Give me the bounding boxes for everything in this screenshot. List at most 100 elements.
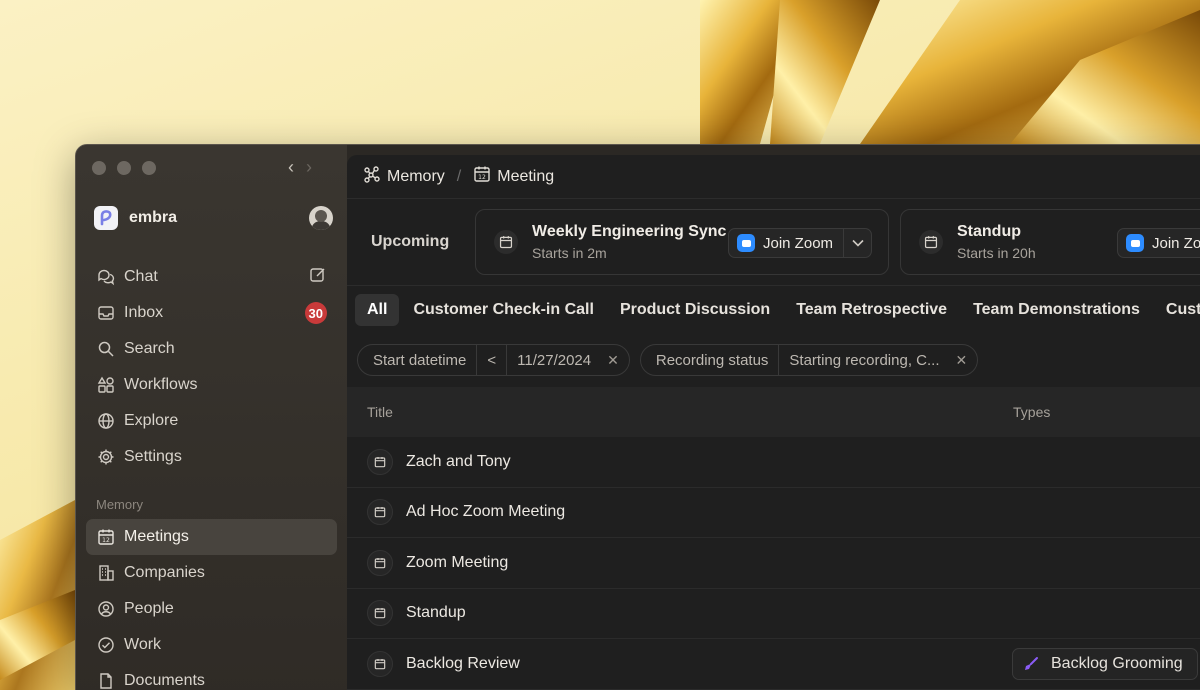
filter-field[interactable]: Start datetime [358, 345, 478, 375]
meetings-table-body: Zach and Tony Ad Hoc Zoom Meeting Zoom M… [347, 437, 1200, 690]
sidebar-item-companies[interactable]: Companies [86, 555, 337, 591]
meeting-title: Weekly Engineering Sync [532, 223, 727, 240]
table-row[interactable]: Standup [347, 589, 1200, 639]
close-window-button[interactable] [92, 161, 106, 175]
join-zoom-label: Join Zoom [1152, 234, 1200, 252]
sidebar-item-search[interactable]: Search [86, 331, 337, 367]
main-panel: Memory / 12 Meeting Upcoming Weekly Engi… [347, 155, 1200, 690]
sidebar-item-documents[interactable]: Documents [86, 663, 337, 690]
inbox-count-badge: 30 [304, 302, 327, 324]
forward-arrow-icon[interactable]: › [306, 157, 312, 178]
table-row[interactable]: Zach and Tony [347, 437, 1200, 488]
upcoming-label: Upcoming [371, 233, 450, 250]
chat-icon [96, 267, 116, 287]
filter-value-text: Starting recording, C... [789, 351, 940, 369]
filter-value[interactable]: 11/27/2024 ✕ [507, 345, 629, 375]
table-row[interactable]: Ad Hoc Zoom Meeting [347, 488, 1200, 538]
sidebar: ‹ › embra Chat Inbox 30 Search Workflows… [76, 145, 347, 690]
sidebar-item-explore[interactable]: Explore [86, 403, 337, 439]
workspace-switcher[interactable]: embra [94, 205, 333, 231]
meeting-title: Zoom Meeting [406, 553, 509, 571]
close-icon[interactable]: ✕ [607, 352, 619, 369]
calendar-icon [367, 600, 393, 627]
filter-value[interactable]: Starting recording, C... ✕ [779, 345, 977, 375]
breadcrumb-meeting: 12 Meeting [473, 165, 554, 188]
sidebar-item-meetings[interactable]: 12 Meetings [86, 519, 337, 555]
inbox-icon [96, 303, 116, 323]
meeting-title: Ad Hoc Zoom Meeting [406, 503, 566, 521]
sidebar-item-workflows[interactable]: Workflows [86, 367, 337, 403]
zoom-window-button[interactable] [142, 161, 156, 175]
sidebar-nav: Chat Inbox 30 Search Workflows Explore S… [86, 259, 337, 690]
tab-team-retrospective[interactable]: Team Retrospective [784, 294, 959, 326]
join-zoom-button[interactable]: Join Zoom [728, 228, 873, 258]
sidebar-item-label: Companies [124, 564, 205, 581]
meeting-type-chip[interactable]: Backlog Grooming [1012, 647, 1198, 680]
embra-logo-icon [94, 206, 118, 230]
calendar-icon [919, 230, 943, 254]
globe-icon [96, 411, 116, 431]
sidebar-item-inbox[interactable]: Inbox 30 [86, 295, 337, 331]
calendar-icon [367, 499, 393, 526]
close-icon[interactable]: ✕ [956, 352, 968, 369]
tab-customer-check-in-call[interactable]: Customer Check-in Call [401, 294, 605, 326]
breadcrumb-label: Memory [387, 167, 445, 185]
chevron-down-icon[interactable] [843, 229, 871, 257]
sidebar-item-work[interactable]: Work [86, 627, 337, 663]
filter-operator[interactable]: < [477, 345, 508, 375]
recording-filter-chip[interactable]: Recording status Starting recording, C..… [639, 344, 979, 376]
breadcrumb-separator: / [456, 167, 462, 185]
sidebar-item-label: Meetings [124, 528, 189, 545]
sidebar-item-label: Inbox [124, 304, 164, 321]
filter-value-text: 11/27/2024 [517, 351, 592, 369]
graph-icon [363, 165, 381, 188]
tab-product-discussion[interactable]: Product Discussion [608, 294, 782, 326]
sidebar-item-chat[interactable]: Chat [86, 259, 337, 295]
workspace-name: embra [129, 209, 178, 226]
compose-icon[interactable] [309, 266, 327, 289]
back-arrow-icon[interactable]: ‹ [288, 157, 294, 178]
upcoming-meeting-card[interactable]: Standup Starts in 20h Join Zoom [900, 209, 1200, 275]
gear-icon [96, 447, 116, 467]
meeting-title: Standup [957, 223, 1021, 240]
calendar-icon [367, 549, 393, 576]
tab-customer[interactable]: Customer [1154, 294, 1200, 326]
building-icon [96, 563, 116, 583]
sidebar-item-label: Explore [124, 412, 179, 429]
meeting-title: Zach and Tony [406, 452, 511, 470]
date-filter-chip[interactable]: Start datetime < 11/27/2024 ✕ [357, 344, 630, 376]
check-circle-icon [96, 635, 116, 655]
window-controls [92, 161, 156, 175]
tab-team-demonstrations[interactable]: Team Demonstrations [961, 294, 1152, 326]
search-icon [96, 339, 116, 359]
meeting-info: Standup Starts in 20h [957, 223, 1036, 261]
history-nav: ‹ › [288, 157, 312, 178]
zoom-icon [737, 234, 755, 252]
sidebar-item-label: Work [124, 636, 162, 653]
user-avatar[interactable] [309, 206, 333, 230]
memory-section-label: Memory [96, 497, 143, 512]
column-header-types[interactable]: Types [1013, 404, 1050, 420]
breadcrumb: Memory / 12 Meeting [347, 155, 1200, 199]
filter-field[interactable]: Recording status [641, 345, 780, 375]
table-row[interactable]: Zoom Meeting [347, 538, 1200, 589]
minimize-window-button[interactable] [117, 161, 131, 175]
column-header-title[interactable]: Title [367, 404, 393, 420]
calendar-icon [494, 230, 518, 254]
svg-text:12: 12 [478, 174, 486, 181]
sidebar-item-people[interactable]: People [86, 591, 337, 627]
meeting-info: Weekly Engineering Sync Starts in 2m [532, 223, 726, 261]
meeting-start-time: Starts in 20h [957, 245, 1036, 261]
meeting-start-time: Starts in 2m [532, 245, 607, 261]
app-window: ‹ › embra Chat Inbox 30 Search Workflows… [75, 144, 1200, 690]
join-zoom-button[interactable]: Join Zoom [1117, 228, 1200, 258]
filter-bar: Start datetime < 11/27/2024 ✕ Recording … [347, 333, 1200, 387]
breadcrumb-memory[interactable]: Memory [363, 165, 445, 188]
meeting-title: Standup [406, 604, 466, 622]
sidebar-item-settings[interactable]: Settings [86, 439, 337, 475]
tab-all[interactable]: All [355, 293, 400, 326]
sidebar-item-label: Workflows [124, 376, 198, 393]
table-row[interactable]: Backlog Review Backlog Grooming [347, 639, 1200, 690]
document-icon [96, 671, 116, 690]
upcoming-meeting-card[interactable]: Weekly Engineering Sync Starts in 2m Joi… [475, 209, 889, 275]
